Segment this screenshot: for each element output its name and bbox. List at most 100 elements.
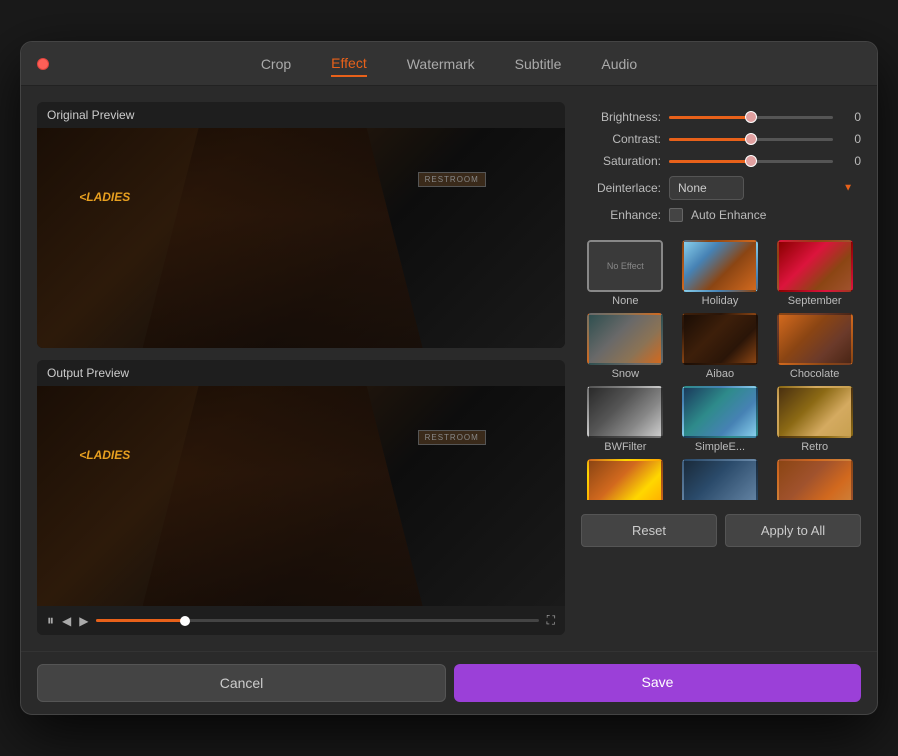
right-panel: Brightness: 0 Contrast: 0 [581, 102, 861, 635]
door-figure-original [143, 128, 423, 348]
saturation-value: 0 [841, 154, 861, 168]
effect-simplee[interactable]: SimpleE... [676, 386, 765, 453]
effect-retro-label: Retro [801, 441, 828, 453]
saturation-fill [669, 160, 751, 163]
brightness-value: 0 [841, 110, 861, 124]
effect-none[interactable]: No Effect None [581, 240, 670, 307]
tab-crop[interactable]: Crop [261, 52, 291, 76]
saturation-label: Saturation: [581, 154, 661, 168]
effect-snow[interactable]: Snow [581, 313, 670, 380]
auto-enhance-text: Auto Enhance [691, 208, 766, 222]
effect-chocolate[interactable]: Chocolate [770, 313, 859, 380]
progress-thumb[interactable] [180, 616, 190, 626]
pause-button[interactable]: ⏸ [47, 612, 54, 629]
enhance-row: Enhance: Auto Enhance [581, 208, 861, 222]
deinterlace-select[interactable]: None Blend Bob Discard Linear Mean X [669, 176, 744, 200]
original-preview-video: <LADIES RESTROOM [37, 128, 565, 348]
playback-bar: ⏸ ◀ ▶ ⛶ [37, 606, 565, 635]
contrast-row: Contrast: 0 [581, 132, 861, 146]
cancel-button[interactable]: Cancel [37, 664, 446, 702]
deinterlace-label: Deinterlace: [581, 181, 661, 195]
bottom-buttons: Cancel Save [21, 651, 877, 714]
effect-september-thumb [777, 240, 853, 292]
main-window: Crop Effect Watermark Subtitle Audio Ori… [20, 41, 878, 715]
output-preview-section: Output Preview <LADIES RESTROOM ⏸ ◀ ▶ [37, 360, 565, 635]
effect-holiday[interactable]: Holiday [676, 240, 765, 307]
tab-subtitle[interactable]: Subtitle [515, 52, 562, 76]
next-frame-button[interactable]: ▶ [79, 614, 88, 628]
effect-fuzzyimg-thumb [777, 459, 853, 500]
effect-snow-label: Snow [612, 368, 640, 380]
effect-bwfilter-thumb [587, 386, 663, 438]
door-figure-output [143, 386, 423, 606]
enhance-label: Enhance: [581, 208, 661, 222]
effect-snow-thumb [587, 313, 663, 365]
effect-holiday-label: Holiday [702, 295, 739, 307]
effect-september-label: September [788, 295, 842, 307]
output-preview-label: Output Preview [37, 360, 565, 386]
tab-effect[interactable]: Effect [331, 51, 367, 77]
effect-chocolate-thumb [777, 313, 853, 365]
effect-september[interactable]: September [770, 240, 859, 307]
tab-watermark[interactable]: Watermark [407, 52, 475, 76]
effect-raindrop-thumb [682, 459, 758, 500]
restroom-sign-original: RESTROOM [418, 172, 486, 187]
original-video-scene: <LADIES RESTROOM [37, 128, 565, 348]
effect-chocolate-label: Chocolate [790, 368, 840, 380]
original-preview-section: Original Preview <LADIES RESTROOM [37, 102, 565, 348]
close-button[interactable] [37, 58, 49, 70]
effect-glow[interactable]: Glow [581, 459, 670, 500]
contrast-slider[interactable] [669, 138, 833, 141]
effect-bwfilter-label: BWFilter [604, 441, 646, 453]
effect-raindrop[interactable]: RainDrop [676, 459, 765, 500]
effect-glow-thumb [587, 459, 663, 500]
saturation-thumb[interactable] [745, 155, 757, 167]
output-preview-video: <LADIES RESTROOM [37, 386, 565, 606]
ladies-text-output: <LADIES [79, 448, 130, 462]
deinterlace-row: Deinterlace: None Blend Bob Discard Line… [581, 176, 861, 200]
fullscreen-button[interactable]: ⛶ [547, 613, 555, 628]
contrast-value: 0 [841, 132, 861, 146]
save-button[interactable]: Save [454, 664, 861, 702]
tab-bar: Crop Effect Watermark Subtitle Audio [21, 51, 877, 77]
contrast-fill [669, 138, 751, 141]
effect-retro-thumb [777, 386, 853, 438]
contrast-label: Contrast: [581, 132, 661, 146]
brightness-row: Brightness: 0 [581, 110, 861, 124]
effect-holiday-thumb [682, 240, 758, 292]
action-buttons: Reset Apply to All [581, 514, 861, 547]
deinterlace-select-wrapper: None Blend Bob Discard Linear Mean X [669, 176, 861, 200]
effect-aibao[interactable]: Aibao [676, 313, 765, 380]
output-video-scene: <LADIES RESTROOM [37, 386, 565, 606]
effect-fuzzyimg[interactable]: FuzzyImg [770, 459, 859, 500]
effect-simplee-label: SimpleE... [695, 441, 745, 453]
ladies-text-original: <LADIES [79, 190, 130, 204]
brightness-thumb[interactable] [745, 111, 757, 123]
effect-retro[interactable]: Retro [770, 386, 859, 453]
effect-none-thumb: No Effect [587, 240, 663, 292]
effect-bwfilter[interactable]: BWFilter [581, 386, 670, 453]
sliders-section: Brightness: 0 Contrast: 0 [581, 102, 861, 230]
effect-aibao-thumb [682, 313, 758, 365]
left-panel: Original Preview <LADIES RESTROOM Output… [37, 102, 565, 635]
brightness-label: Brightness: [581, 110, 661, 124]
brightness-slider[interactable] [669, 116, 833, 119]
original-preview-label: Original Preview [37, 102, 565, 128]
effect-none-label: None [612, 295, 638, 307]
auto-enhance-checkbox[interactable] [669, 208, 683, 222]
progress-bar[interactable] [96, 619, 538, 622]
progress-fill [96, 619, 184, 622]
titlebar: Crop Effect Watermark Subtitle Audio [21, 42, 877, 86]
effect-simplee-thumb [682, 386, 758, 438]
reset-button[interactable]: Reset [581, 514, 717, 547]
main-content: Original Preview <LADIES RESTROOM Output… [21, 86, 877, 651]
saturation-slider[interactable] [669, 160, 833, 163]
contrast-thumb[interactable] [745, 133, 757, 145]
effects-grid: No Effect None Holiday September [581, 240, 861, 500]
apply-to-all-button[interactable]: Apply to All [725, 514, 861, 547]
effect-aibao-label: Aibao [706, 368, 734, 380]
tab-audio[interactable]: Audio [601, 52, 637, 76]
saturation-row: Saturation: 0 [581, 154, 861, 168]
prev-frame-button[interactable]: ◀ [62, 614, 71, 628]
brightness-fill [669, 116, 751, 119]
